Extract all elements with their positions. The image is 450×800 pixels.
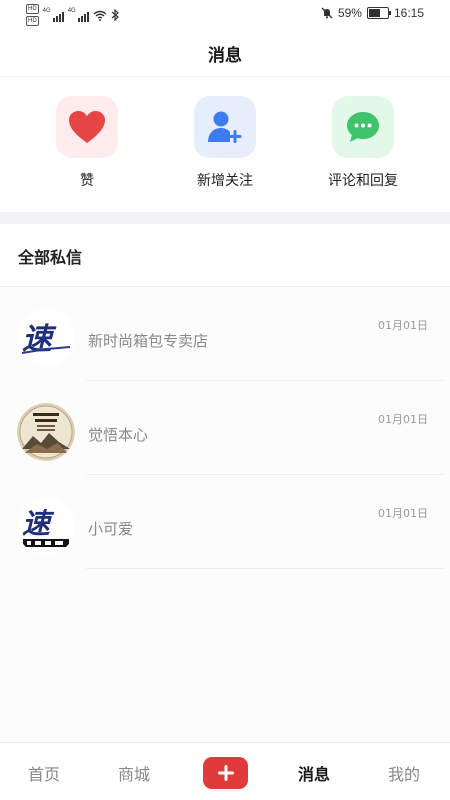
nav-profile[interactable]: 我的 bbox=[388, 761, 420, 785]
avatar bbox=[17, 403, 75, 461]
avatar: 速 bbox=[17, 497, 75, 555]
new-followers-button[interactable]: 新增关注 bbox=[165, 96, 285, 190]
hd-badge: HD bbox=[26, 16, 39, 26]
bluetooth-icon bbox=[111, 9, 119, 21]
battery-fill bbox=[368, 9, 380, 17]
likes-label: 赞 bbox=[80, 173, 94, 189]
calligraphy-seal-icon bbox=[17, 403, 75, 461]
messages-screen: HD HD 4G 4G 59% 16:15 消息 赞 新增关注 评论和回复 全部… bbox=[0, 0, 450, 800]
network-type-label: 4G bbox=[42, 8, 51, 14]
messages-section-header: 全部私信 bbox=[0, 224, 450, 287]
title-bar: 消息 bbox=[0, 30, 450, 77]
add-user-icon bbox=[208, 111, 242, 143]
status-right: 59% 16:15 bbox=[321, 6, 424, 20]
nav-home[interactable]: 首页 bbox=[28, 761, 60, 785]
heart-icon bbox=[69, 111, 105, 143]
conversation-item[interactable]: 觉悟本心 01月01日 bbox=[0, 381, 450, 475]
likes-button[interactable]: 赞 bbox=[27, 96, 147, 190]
wifi-icon bbox=[93, 10, 107, 21]
network-type-label: 4G bbox=[67, 8, 76, 14]
hd-badge: HD bbox=[26, 4, 39, 14]
new-followers-label: 新增关注 bbox=[197, 173, 253, 189]
speed-logo-icon: 速 bbox=[17, 309, 75, 367]
mute-icon bbox=[321, 7, 333, 19]
comments-replies-button[interactable]: 评论和回复 bbox=[303, 96, 423, 190]
conversation-name: 小可爱 bbox=[88, 520, 134, 538]
conversation-item[interactable]: 速 小可爱 01月01日 bbox=[0, 475, 450, 569]
status-left: HD HD 4G 4G bbox=[26, 4, 119, 26]
likes-icon-tile bbox=[56, 96, 118, 158]
bottom-nav: 首页 商城 消息 我的 bbox=[0, 742, 450, 800]
section-divider bbox=[0, 212, 450, 224]
avatar: 速 bbox=[17, 309, 75, 367]
messages-section-title: 全部私信 bbox=[18, 248, 83, 267]
comment-icon bbox=[347, 112, 379, 142]
conversation-item[interactable]: 速 新时尚箱包专卖店 01月01日 bbox=[0, 287, 450, 381]
conversation-time: 01月01日 bbox=[378, 413, 428, 426]
signal-icon: 4G bbox=[43, 8, 64, 22]
battery-icon bbox=[366, 7, 391, 19]
conversation-name: 觉悟本心 bbox=[88, 426, 149, 444]
new-followers-icon-tile bbox=[194, 96, 256, 158]
status-bar: HD HD 4G 4G 59% 16:15 bbox=[0, 0, 450, 30]
conversation-time: 01月01日 bbox=[378, 319, 428, 332]
conversation-name: 新时尚箱包专卖店 bbox=[88, 332, 209, 350]
hd-badges: HD HD bbox=[26, 4, 39, 26]
quick-actions: 赞 新增关注 评论和回复 bbox=[0, 77, 450, 212]
create-button[interactable] bbox=[203, 757, 248, 789]
comments-icon-tile bbox=[332, 96, 394, 158]
signal-icon: 4G bbox=[68, 8, 89, 22]
speed-logo-icon: 速 bbox=[17, 497, 75, 555]
plus-icon bbox=[217, 765, 234, 781]
nav-mall[interactable]: 商城 bbox=[118, 761, 150, 785]
divider bbox=[86, 568, 444, 569]
comments-replies-label: 评论和回复 bbox=[328, 173, 398, 189]
conversation-time: 01月01日 bbox=[378, 507, 428, 520]
clock: 16:15 bbox=[393, 6, 424, 20]
battery-percent: 59% bbox=[337, 6, 362, 20]
conversation-list: 速 新时尚箱包专卖店 01月01日 觉悟本心 01月01日 速 小可爱 01月0… bbox=[0, 287, 450, 569]
nav-messages[interactable]: 消息 bbox=[298, 761, 330, 785]
page-title: 消息 bbox=[208, 45, 242, 66]
